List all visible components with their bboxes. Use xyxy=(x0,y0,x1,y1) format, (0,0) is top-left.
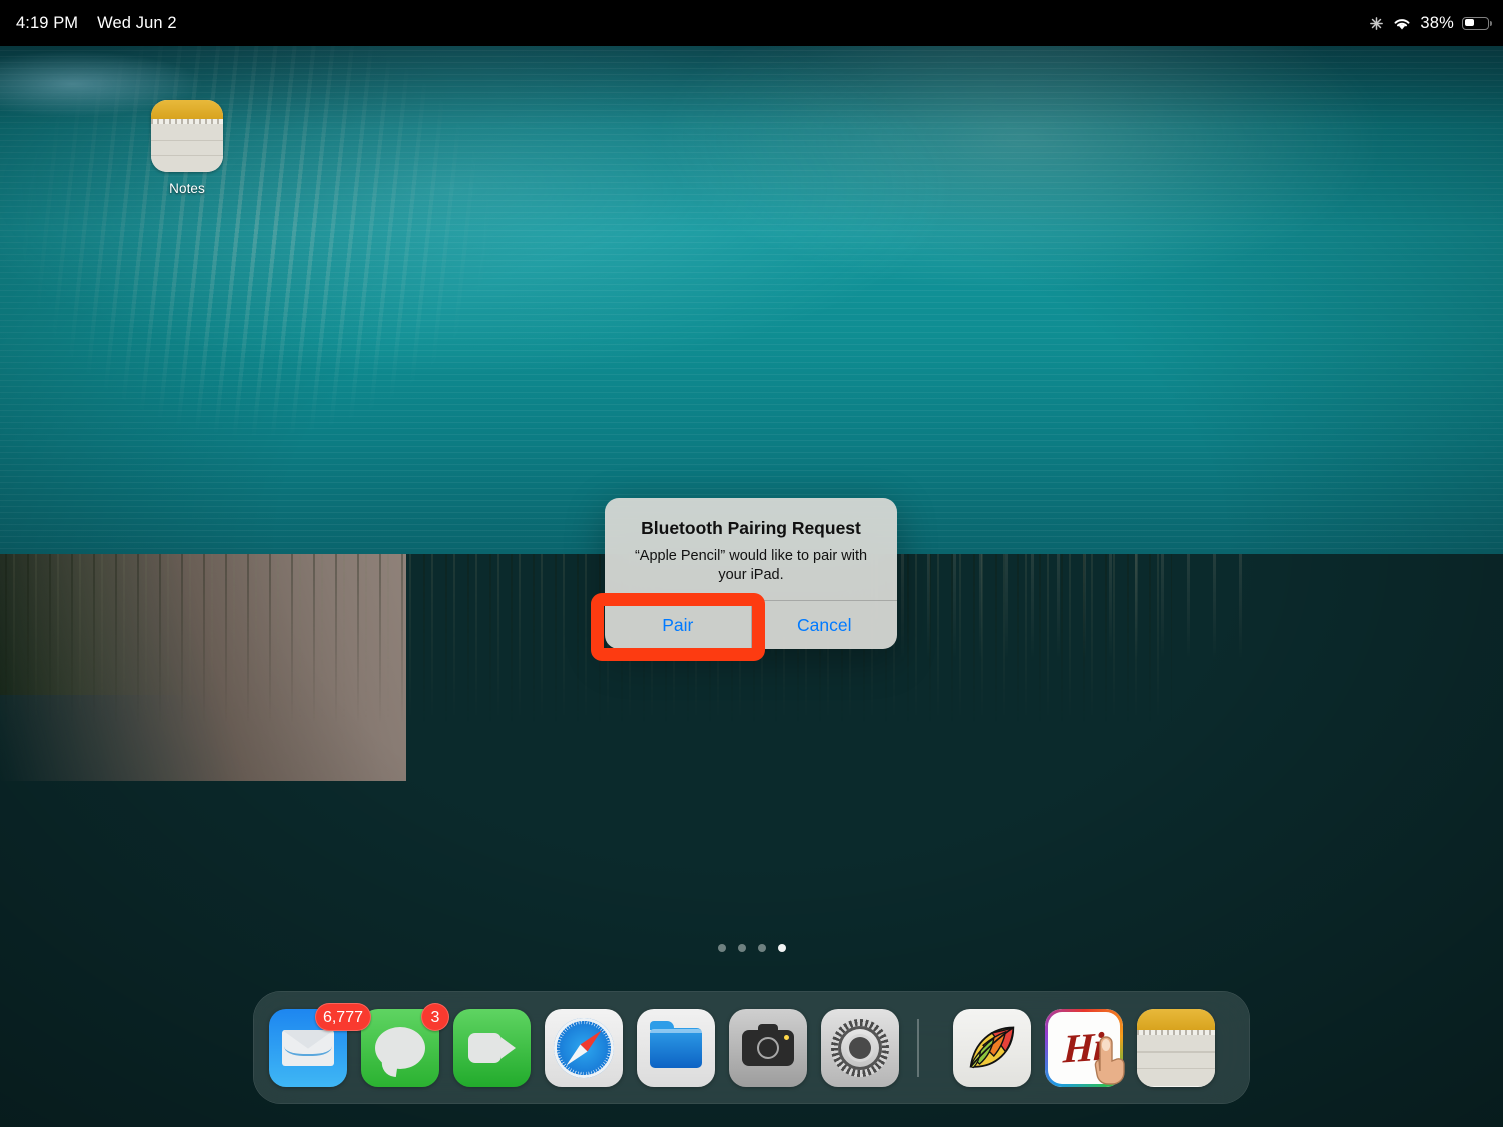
battery-percent: 38% xyxy=(1420,13,1454,32)
wifi-icon xyxy=(1392,16,1412,31)
status-time: 4:19 PM xyxy=(16,13,79,32)
status-bar-right: 38% xyxy=(1369,0,1492,46)
cancel-button[interactable]: Cancel xyxy=(750,601,898,650)
dialog-title: Bluetooth Pairing Request xyxy=(641,518,861,538)
ipad-screen: 4:19 PM Wed Jun 2 38% Notes 6,777 3 Hi B… xyxy=(0,0,1503,1127)
status-bar-left: 4:19 PM Wed Jun 2 xyxy=(16,0,177,46)
status-date: Wed Jun 2 xyxy=(97,13,177,32)
sparkle-icon xyxy=(1369,16,1384,31)
alert-overlay: Bluetooth Pairing Request “Apple Pencil”… xyxy=(0,0,1503,1127)
pair-button[interactable]: Pair xyxy=(605,601,751,649)
battery-icon xyxy=(1462,16,1492,30)
status-bar: 4:19 PM Wed Jun 2 38% xyxy=(0,0,1503,46)
dialog-message: “Apple Pencil” would like to pair with y… xyxy=(634,548,868,583)
dialog-buttons: Pair Cancel xyxy=(605,600,898,650)
bluetooth-pairing-dialog: Bluetooth Pairing Request “Apple Pencil”… xyxy=(605,498,898,650)
dialog-body: Bluetooth Pairing Request “Apple Pencil”… xyxy=(605,498,897,600)
